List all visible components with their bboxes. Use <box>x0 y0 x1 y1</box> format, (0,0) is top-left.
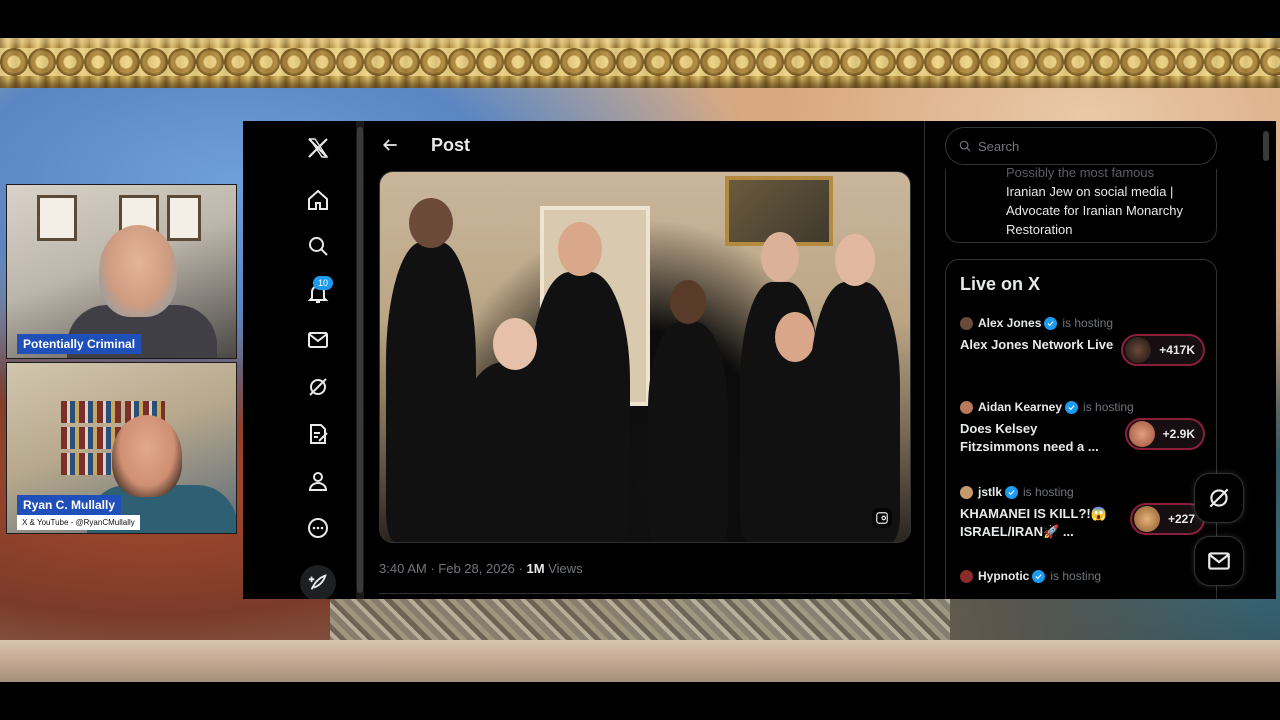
mail-icon[interactable] <box>303 325 333 355</box>
live-space-item[interactable]: Hypnotic is hosting <box>960 569 1205 583</box>
space-topic: KHAMANEI IS KILL?!😱 ISRAEL/IRAN🚀 ... <box>960 506 1107 539</box>
search-placeholder: Search <box>978 138 1020 154</box>
listener-avatar <box>1133 506 1160 532</box>
host-avatar <box>960 569 973 583</box>
webcam-tile: Potentially Criminal <box>6 184 237 359</box>
bookshelf <box>61 401 121 423</box>
post-header: Post <box>364 121 925 171</box>
profile-bio: Possibly the most famous Iranian Jew on … <box>1006 163 1211 239</box>
nav-scrollbar[interactable] <box>356 121 364 599</box>
photo-figure <box>810 234 900 542</box>
more-icon[interactable] <box>303 513 333 543</box>
wall-plaque <box>37 195 77 241</box>
views-count: 1M <box>526 561 545 576</box>
host-name: Hypnotic <box>978 569 1030 583</box>
verified-badge-icon <box>1005 485 1019 499</box>
profile-icon[interactable] <box>303 466 333 496</box>
left-nav: 10 <box>243 121 356 599</box>
bio-text: Iranian Jew on social media | Advocate f… <box>1006 184 1184 237</box>
hosting-label: is hosting <box>1050 569 1102 583</box>
grok-float-button[interactable] <box>1194 473 1244 523</box>
search-icon[interactable] <box>303 231 333 261</box>
x-logo-icon[interactable] <box>303 133 333 163</box>
live-section-title: Live on X <box>960 274 1041 294</box>
webcam-subtitle: X & YouTube - @RyanCMullally <box>17 515 140 530</box>
photo-figure <box>648 280 728 542</box>
divider <box>379 593 911 594</box>
verified-badge-icon <box>1065 400 1079 414</box>
back-arrow-icon[interactable] <box>380 135 400 155</box>
webcam-person <box>112 415 182 497</box>
host-avatar <box>960 316 973 330</box>
mail-icon <box>1208 552 1230 570</box>
post-time[interactable]: 3:40 AM <box>379 561 427 576</box>
search-input[interactable]: Search <box>945 127 1217 165</box>
hosting-label: is hosting <box>1062 316 1114 330</box>
who-to-follow-card: Possibly the most famous Iranian Jew on … <box>945 165 1217 243</box>
grok-icon[interactable] <box>303 372 333 402</box>
verified-badge-icon <box>1044 316 1058 330</box>
wall-plaque <box>167 195 201 241</box>
stream-stage: Potentially Criminal Ryan C. Mullally X … <box>0 0 1280 720</box>
webcam-name-tag: Potentially Criminal <box>17 334 142 354</box>
page-title: Post <box>431 135 471 155</box>
listener-count: +227 <box>1167 512 1195 526</box>
verified-badge-icon <box>1032 569 1046 583</box>
post-meta: 3:40 AM · Feb 28, 2026 · 1M Views <box>379 561 583 576</box>
post-column: Post 3:40 AM · Feb 28, 2026 · 1M Views <box>364 121 925 599</box>
pages-icon[interactable] <box>303 419 333 449</box>
frame-bottom <box>0 640 1280 682</box>
host-name: jstlk <box>978 485 1003 499</box>
listener-count-pill[interactable]: +2.9K <box>1124 418 1205 450</box>
post-photo[interactable] <box>379 171 911 543</box>
hosting-label: is hosting <box>1083 400 1134 414</box>
webcam-person <box>99 225 177 317</box>
host-name: Alex Jones <box>978 316 1042 330</box>
hosting-label: is hosting <box>1023 485 1074 499</box>
gilded-frame-top <box>0 38 1280 88</box>
post-date[interactable]: Feb 28, 2026 <box>438 561 515 576</box>
host-name: Aidan Kearney <box>978 400 1063 414</box>
x-app-window: 10 Post 3:40 AM · Feb 28, 2026 · 1M View… <box>243 121 1276 599</box>
space-topic: Alex Jones Network Live <box>960 337 1114 352</box>
feather-plus-icon <box>308 574 327 590</box>
space-topic: Does Kelsey Fitzsimmons need a ... <box>960 421 1099 454</box>
painting-detail <box>330 598 950 644</box>
live-space-item[interactable]: Alex Jones is hosting Alex Jones Network… <box>960 316 1205 366</box>
webcam-tile: Ryan C. Mullally X & YouTube - @RyanCMul… <box>6 362 237 534</box>
grok-icon <box>1209 488 1229 508</box>
messages-float-button[interactable] <box>1194 536 1244 586</box>
host-avatar <box>960 485 973 499</box>
host-avatar <box>960 400 973 414</box>
live-space-item[interactable]: Aidan Kearney is hosting Does Kelsey Fit… <box>960 400 1205 456</box>
bio-faded-line: Possibly the most famous <box>1006 165 1155 180</box>
listener-avatar <box>1125 337 1152 363</box>
home-icon[interactable] <box>303 185 333 215</box>
search-icon <box>959 140 971 152</box>
notification-badge: 10 <box>313 276 333 290</box>
webcam-name-tag: Ryan C. Mullally <box>17 495 122 515</box>
live-on-x-card: Live on X Alex Jones is hosting Alex Jon… <box>945 259 1217 599</box>
listener-count-pill[interactable]: +417K <box>1121 334 1205 366</box>
listener-count: +417K <box>1159 343 1195 357</box>
views-label: Views <box>548 561 583 576</box>
photo-tag-icon[interactable] <box>872 508 892 528</box>
photo-figure <box>460 318 570 542</box>
sidebar-scrollbar[interactable] <box>1263 131 1269 161</box>
listener-avatar <box>1128 421 1155 447</box>
compose-post-button[interactable] <box>300 565 336 599</box>
right-sidebar: Possibly the most famous Iranian Jew on … <box>925 121 1276 599</box>
live-space-item[interactable]: jstlk is hosting KHAMANEI IS KILL?!😱 ISR… <box>960 485 1205 541</box>
listener-count: +2.9K <box>1162 427 1195 441</box>
